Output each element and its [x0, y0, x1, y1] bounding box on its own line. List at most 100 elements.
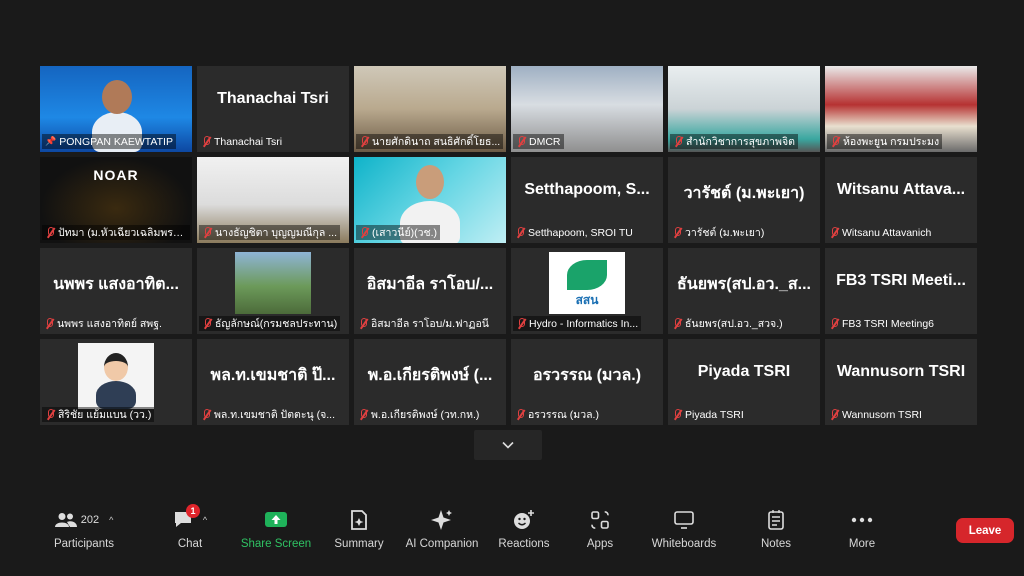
pin-icon: 📌 — [45, 136, 57, 146]
participant-tile[interactable]: ห้องพะยูน กรมประมง — [825, 66, 977, 152]
participant-name-tag: สิริชัย แย้มแบน (วว.) — [42, 407, 155, 422]
participant-name: ธัญลักษณ์(กรมชลประทาน) — [215, 318, 338, 330]
participant-tile[interactable]: Piyada TSRI Piyada TSRI — [668, 339, 820, 425]
chevron-down-icon — [502, 441, 514, 449]
whiteboard-icon — [674, 511, 694, 529]
participant-tile[interactable]: พล.ท.เขมชาติ ป๊... พล.ท.เขมชาติ ปัตตะนุ (… — [197, 339, 349, 425]
whiteboards-label: Whiteboards — [651, 538, 717, 550]
chat-label: Chat — [177, 538, 203, 550]
participant-name: DMCR — [529, 135, 561, 148]
participant-name-tag: ธันยพร(สป.อว._สวจ.) — [672, 316, 816, 331]
participant-tile[interactable]: นพพร แสงอาทิต... นพพร แสงอาทิตย์ สพฐ. — [40, 248, 192, 334]
next-page-button[interactable] — [474, 430, 542, 460]
more-label: More — [848, 538, 876, 550]
notes-icon — [768, 510, 784, 530]
participant-tile[interactable]: Setthapoom, S... Setthapoom, SROI TU — [511, 157, 663, 243]
mic-muted-icon — [45, 409, 55, 420]
mic-muted-icon — [45, 227, 55, 238]
participant-display-name: FB3 TSRI Meeti... — [836, 272, 966, 289]
participant-tile[interactable]: พ.อ.เกียรติพงษ์ (... พ.อ.เกียรติพงษ์ (วท.… — [354, 339, 506, 425]
participant-name: (เสาวนีย์)(วช.) — [372, 227, 438, 239]
chat-button[interactable]: 1 ^ Chat — [145, 504, 235, 550]
chat-badge: 1 — [186, 504, 200, 518]
participant-tile[interactable]: Thanachai Tsri Thanachai Tsri — [197, 66, 349, 152]
mic-muted-icon — [672, 318, 682, 329]
participant-display-name: นพพร แสงอาทิต... — [53, 276, 179, 293]
mic-muted-icon — [358, 318, 368, 329]
participant-name: นายศักดินาถ สนธิศักดิ์โยธ... — [372, 136, 501, 148]
reactions-label: Reactions — [498, 538, 550, 550]
participant-display-name: อิสมาอีล ราโอบ/... — [366, 276, 494, 293]
participant-tile[interactable]: NOAR ปัทมา (ม.หัวเฉียวเฉลิมพระ... — [40, 157, 192, 243]
mic-muted-icon — [515, 409, 525, 420]
apps-button[interactable]: Apps — [555, 508, 645, 550]
participant-name: สำนักวิชาการสุขภาพจิต — [686, 136, 795, 148]
participant-tile[interactable]: สิริชัย แย้มแบน (วว.) — [40, 339, 192, 425]
mic-muted-icon — [672, 409, 682, 420]
participants-icon — [54, 513, 77, 527]
participant-display-name: Thanachai Tsri — [217, 90, 329, 107]
participant-name: สิริชัย แย้มแบน (วว.) — [58, 409, 152, 421]
participant-tile[interactable]: วารัชต์ (ม.พะเยา) วารัชต์ (ม.พะเยา) — [668, 157, 820, 243]
participant-display-name: พ.อ.เกียรติพงษ์ (... — [367, 367, 493, 384]
participants-button[interactable]: 202 ^ Participants — [39, 508, 129, 550]
participant-display-name: Setthapoom, S... — [524, 181, 650, 198]
participant-name-tag: Hydro - Informatics In... — [513, 316, 642, 331]
summary-button[interactable]: Summary — [314, 508, 404, 550]
participants-label: Participants — [53, 538, 115, 550]
participant-name-tag: (เสาวนีย์)(วช.) — [356, 225, 441, 240]
participant-display-name: วารัชต์ (ม.พะเยา) — [683, 185, 805, 202]
share-screen-button[interactable]: Share Screen — [231, 508, 321, 550]
participant-tile[interactable]: นายศักดินาถ สนธิศักดิ์โยธ... — [354, 66, 506, 152]
caret-up-icon[interactable]: ^ — [203, 515, 207, 525]
more-icon — [851, 517, 873, 523]
participant-name-tag: นพพร แสงอาทิตย์ สพฐ. — [44, 316, 188, 331]
mic-muted-icon — [202, 227, 212, 238]
participant-tile[interactable]: DMCR — [511, 66, 663, 152]
apps-icon — [591, 511, 609, 529]
participant-tile[interactable]: FB3 TSRI Meeti... FB3 TSRI Meeting6 — [825, 248, 977, 334]
participant-tile[interactable]: ธัญลักษณ์(กรมชลประทาน) — [197, 248, 349, 334]
participant-name-tag: ห้องพะยูน กรมประมง — [827, 134, 943, 149]
mic-muted-icon — [672, 227, 682, 238]
participant-tile[interactable]: 📌 PONGPAN KAEWTATIP — [40, 66, 192, 152]
avatar — [78, 343, 154, 409]
participant-name-tag: ปัทมา (ม.หัวเฉียวเฉลิมพระ... — [42, 225, 190, 240]
notes-button[interactable]: Notes — [731, 508, 821, 550]
whiteboards-button[interactable]: Whiteboards — [639, 508, 729, 550]
participant-name: พล.ท.เขมชาติ ปัตตะนุ (จ... — [214, 409, 335, 421]
participant-tile[interactable]: ธันยพร(สป.อว._ส... ธันยพร(สป.อว._สวจ.) — [668, 248, 820, 334]
mic-muted-icon — [673, 136, 683, 147]
mic-muted-icon — [829, 409, 839, 420]
participant-tile[interactable]: (เสาวนีย์)(วช.) — [354, 157, 506, 243]
caret-up-icon[interactable]: ^ — [109, 515, 113, 525]
participant-name: Witsanu Attavanich — [842, 226, 932, 239]
participant-tile[interactable]: Witsanu Attava... Witsanu Attavanich — [825, 157, 977, 243]
participant-tile[interactable]: นางธัญชิตา บุญญมณีกุล ... — [197, 157, 349, 243]
participant-tile[interactable]: Wannusorn TSRI Wannusorn TSRI — [825, 339, 977, 425]
participant-name: Setthapoom, SROI TU — [528, 226, 633, 239]
summary-icon — [351, 510, 367, 530]
participant-tile[interactable]: สสน Hydro - Informatics In... — [511, 248, 663, 334]
smiley-icon — [514, 510, 534, 529]
more-button[interactable]: More — [817, 508, 907, 550]
participant-name-tag: ธัญลักษณ์(กรมชลประทาน) — [199, 316, 341, 331]
participant-name-tag: DMCR — [513, 134, 564, 149]
participant-tile[interactable]: สำนักวิชาการสุขภาพจิต — [668, 66, 820, 152]
participant-name: ห้องพะยูน กรมประมง — [843, 136, 940, 148]
participant-name-tag: Witsanu Attavanich — [829, 225, 973, 240]
notes-label: Notes — [760, 538, 792, 550]
participant-tile[interactable]: อรวรรณ (มวล.) อรวรรณ (มวล.) — [511, 339, 663, 425]
ai-companion-button[interactable]: AI Companion — [397, 508, 487, 550]
leave-button[interactable]: Leave — [956, 518, 1014, 543]
participant-name: อิสมาอีล ราโอบ/ม.ฟาฏอนี — [371, 318, 489, 330]
logo-text: NOAR — [93, 167, 139, 183]
participant-tile[interactable]: อิสมาอีล ราโอบ/... อิสมาอีล ราโอบ/ม.ฟาฏอน… — [354, 248, 506, 334]
participant-name-tag: วารัชต์ (ม.พะเยา) — [672, 225, 816, 240]
mic-muted-icon — [358, 409, 368, 420]
participant-name: FB3 TSRI Meeting6 — [842, 317, 935, 330]
ai-companion-label: AI Companion — [405, 538, 479, 550]
participants-count: 202 — [80, 514, 100, 526]
participant-name-tag: 📌 PONGPAN KAEWTATIP — [42, 134, 176, 149]
share-screen-icon — [265, 512, 287, 527]
